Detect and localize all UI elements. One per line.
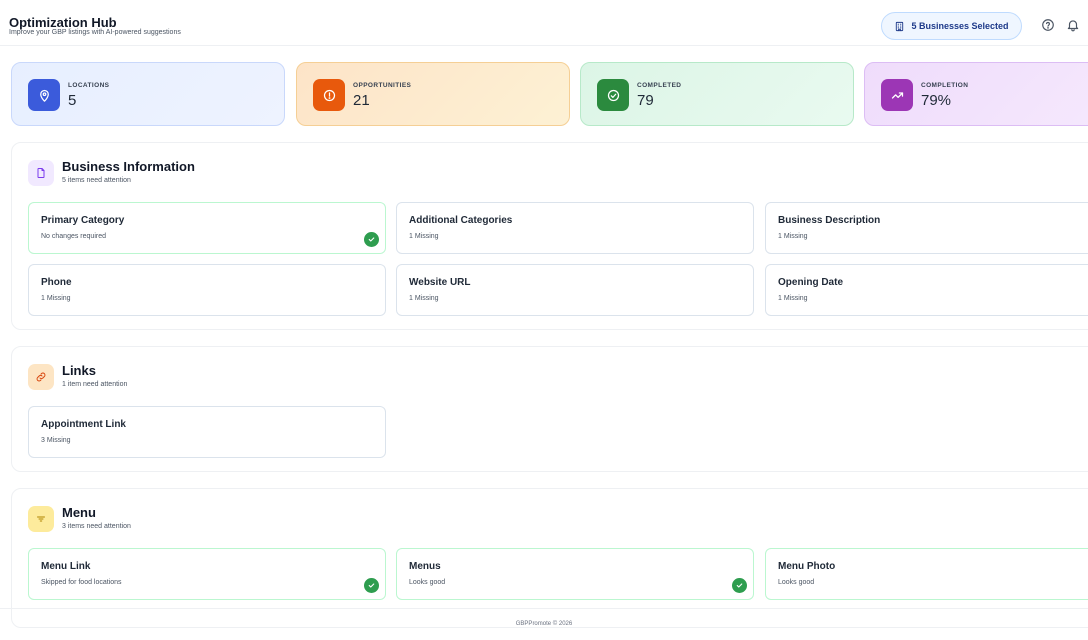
section-menu: Menu 3 items need attention Menu Link Sk…	[11, 488, 1088, 628]
link-icon	[28, 364, 54, 390]
section-subtitle: 5 items need attention	[62, 177, 131, 184]
help-circle-icon[interactable]	[1041, 18, 1055, 32]
item-card-primary-category[interactable]: Primary Category No changes required	[28, 202, 386, 254]
item-card-menu-photo[interactable]: Menu Photo Looks good	[765, 548, 1088, 600]
page-subtitle: Improve your GBP listings with AI-powere…	[9, 29, 181, 36]
section-subtitle: 1 item need attention	[62, 381, 128, 388]
building-icon	[896, 21, 904, 31]
item-card-menus[interactable]: Menus Looks good	[396, 548, 754, 600]
stat-card-completion: COMPLETION 79%	[864, 62, 1088, 126]
item-card-appointment-link[interactable]: Appointment Link 3 Missing	[28, 406, 386, 458]
trending-up-icon	[881, 79, 913, 111]
item-card-menu-link[interactable]: Menu Link Skipped for food locations	[28, 548, 386, 600]
alert-circle-icon	[313, 79, 345, 111]
item-title: Menus	[409, 561, 441, 572]
item-card-additional-categories[interactable]: Additional Categories 1 Missing	[396, 202, 754, 254]
item-card-phone[interactable]: Phone 1 Missing	[28, 264, 386, 316]
item-title: Phone	[41, 277, 72, 288]
item-title: Business Description	[778, 215, 881, 226]
item-status: 1 Missing	[41, 295, 71, 302]
stat-value: 79%	[921, 92, 952, 109]
filter-icon	[28, 506, 54, 532]
map-pin-icon	[28, 79, 60, 111]
item-title: Menu Photo	[778, 561, 836, 572]
item-title: Menu Link	[41, 561, 91, 572]
item-title: Opening Date	[778, 277, 844, 288]
stat-label: LOCATIONS	[68, 82, 110, 89]
section-links: Links 1 item need attention Appointment …	[11, 346, 1088, 472]
item-status: Skipped for food locations	[41, 579, 122, 586]
item-title: Appointment Link	[41, 419, 126, 430]
item-title: Additional Categories	[409, 215, 513, 226]
item-status: No changes required	[41, 233, 106, 240]
section-title: Business Information	[62, 159, 195, 174]
item-status: 1 Missing	[778, 233, 808, 240]
item-title: Website URL	[409, 277, 471, 288]
item-status: 1 Missing	[778, 295, 808, 302]
stat-label: OPPORTUNITIES	[353, 82, 412, 89]
item-status: 3 Missing	[41, 437, 71, 444]
stat-label: COMPLETION	[921, 82, 969, 89]
section-subtitle: 3 items need attention	[62, 523, 131, 530]
item-status: Looks good	[778, 579, 815, 586]
item-card-business-description[interactable]: Business Description 1 Missing	[765, 202, 1088, 254]
businesses-selected-button[interactable]: 5 Businesses Selected	[881, 12, 1022, 40]
item-card-opening-date[interactable]: Opening Date 1 Missing	[765, 264, 1088, 316]
page-title: Optimization Hub	[9, 15, 117, 30]
check-icon	[732, 578, 747, 593]
item-status: Looks good	[409, 579, 446, 586]
section-title: Menu	[62, 505, 96, 520]
stat-value: 79	[637, 92, 654, 109]
footer: GBPPromote © 2026	[0, 608, 1088, 640]
check-icon	[364, 232, 379, 247]
check-icon	[364, 578, 379, 593]
item-status: 1 Missing	[409, 233, 439, 240]
section-title: Links	[62, 363, 96, 378]
stat-value: 21	[353, 92, 370, 109]
stat-card-locations: LOCATIONS 5	[11, 62, 285, 126]
stat-card-completed: COMPLETED 79	[580, 62, 854, 126]
item-title: Primary Category	[41, 215, 125, 226]
businesses-selected-label: 5 Businesses Selected	[911, 21, 1009, 31]
stat-value: 5	[68, 92, 77, 109]
stat-card-opportunities: OPPORTUNITIES 21	[296, 62, 570, 126]
section-business-information: Business Information 5 items need attent…	[11, 142, 1088, 330]
check-circle-icon	[597, 79, 629, 111]
stat-label: COMPLETED	[637, 82, 682, 89]
footer-text: GBPPromote © 2026	[515, 621, 573, 627]
item-status: 1 Missing	[409, 295, 439, 302]
item-card-website-url[interactable]: Website URL 1 Missing	[396, 264, 754, 316]
document-icon	[28, 160, 54, 186]
app-header: Optimization Hub Improve your GBP listin…	[0, 0, 1088, 46]
bell-icon[interactable]	[1066, 18, 1080, 32]
